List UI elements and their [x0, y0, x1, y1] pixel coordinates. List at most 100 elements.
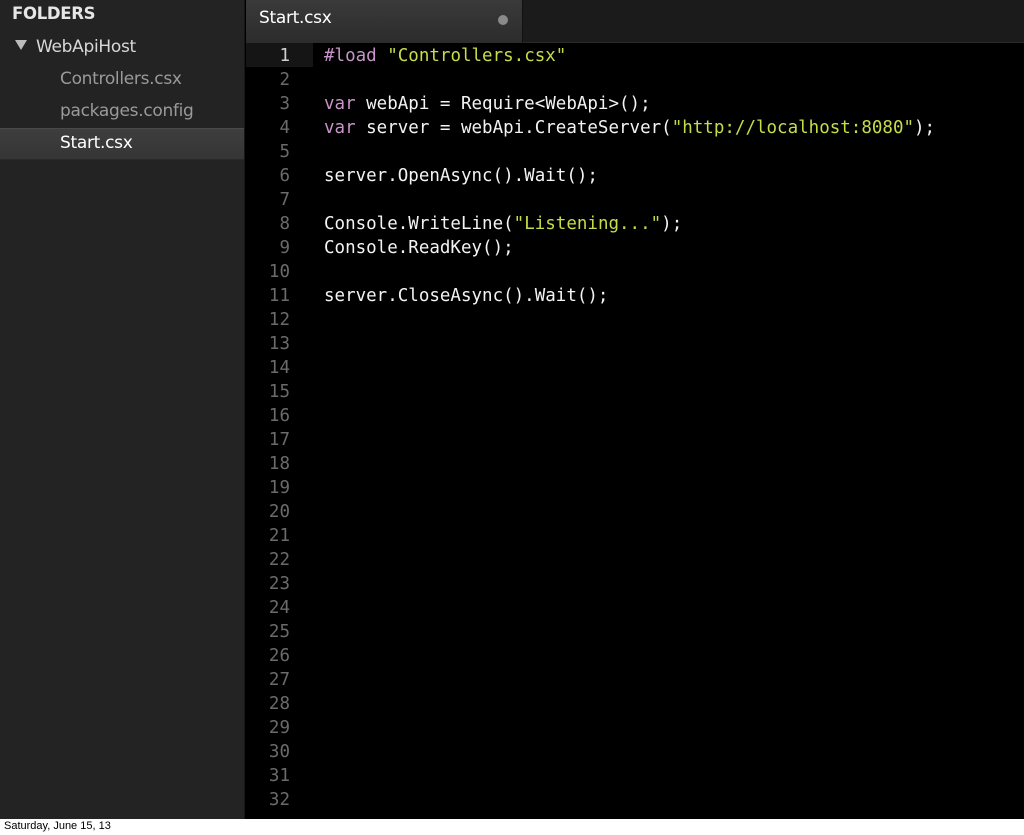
code-text: var webApi = Require<WebApi>(); — [324, 92, 651, 116]
folders-heading: FOLDERS — [12, 4, 96, 23]
line-number: 28 — [268, 694, 290, 714]
line-number: 12 — [268, 310, 290, 330]
line-number: 21 — [268, 526, 290, 546]
code-line[interactable]: 18 — [246, 452, 1024, 476]
line-number: 20 — [268, 502, 290, 522]
code-line[interactable]: 32 — [246, 788, 1024, 812]
code-text: var server = webApi.CreateServer("http:/… — [324, 116, 935, 140]
line-number: 15 — [268, 382, 290, 402]
code-line[interactable]: 15 — [246, 380, 1024, 404]
code-line[interactable]: 7 — [246, 188, 1024, 212]
sidebar: FOLDERS WebApiHost Controllers.csx packa… — [0, 0, 245, 819]
code-text: Console.WriteLine("Listening..."); — [324, 212, 682, 236]
text-token: ); — [661, 214, 683, 234]
text-token: server.OpenAsync().Wait(); — [324, 166, 598, 186]
line-number: 3 — [279, 94, 290, 114]
line-number: 26 — [268, 646, 290, 666]
line-number: 31 — [268, 766, 290, 786]
code-editor[interactable]: 1 #load "Controllers.csx" 2 3 var webApi = R… — [246, 43, 1024, 819]
line-number: 7 — [279, 190, 290, 210]
code-line[interactable]: 16 — [246, 404, 1024, 428]
file-label: Start.csx — [60, 133, 133, 153]
line-number: 10 — [268, 262, 290, 282]
code-line[interactable]: 10 — [246, 260, 1024, 284]
tab-label: Start.csx — [259, 8, 332, 28]
code-line[interactable]: 11 server.CloseAsync().Wait(); — [246, 284, 1024, 308]
tab-start-csx[interactable]: Start.csx — [246, 0, 523, 43]
code-line[interactable]: 26 — [246, 644, 1024, 668]
code-line[interactable]: 29 — [246, 716, 1024, 740]
string-token: "http://localhost:8080" — [671, 118, 915, 138]
keyword-token: #load — [324, 46, 377, 66]
line-number: 32 — [268, 790, 290, 810]
keyword-token: var — [324, 118, 356, 138]
code-text: Console.ReadKey(); — [324, 236, 514, 260]
string-token: "Listening..." — [513, 214, 662, 234]
footer: Saturday, June 15, 13 — [0, 819, 1024, 835]
folder-webapihost[interactable]: WebApiHost — [0, 34, 245, 62]
text-token: ); — [914, 118, 936, 138]
text-token: Console.WriteLine( — [324, 214, 514, 234]
code-line[interactable]: 14 — [246, 356, 1024, 380]
tab-bar: Start.csx — [246, 0, 1024, 43]
line-number: 5 — [279, 142, 290, 162]
code-line[interactable]: 23 — [246, 572, 1024, 596]
line-number: 6 — [279, 166, 290, 186]
code-line[interactable]: 20 — [246, 500, 1024, 524]
code-line[interactable]: 30 — [246, 740, 1024, 764]
line-number: 4 — [279, 118, 290, 138]
code-line[interactable]: 5 — [246, 140, 1024, 164]
line-number: 17 — [268, 430, 290, 450]
line-number: 29 — [268, 718, 290, 738]
code-line[interactable]: 2 — [246, 68, 1024, 92]
line-number: 8 — [279, 214, 290, 234]
code-line[interactable]: 1 #load "Controllers.csx" — [246, 44, 1024, 68]
code-line[interactable]: 27 — [246, 668, 1024, 692]
line-number: 11 — [268, 286, 290, 306]
line-number: 14 — [268, 358, 290, 378]
text-token: server.CloseAsync().Wait(); — [324, 286, 609, 306]
code-line[interactable]: 12 — [246, 308, 1024, 332]
triangle-down-icon[interactable] — [15, 40, 27, 50]
code-line[interactable]: 6 server.OpenAsync().Wait(); — [246, 164, 1024, 188]
string-token: "Controllers.csx" — [387, 46, 567, 66]
line-number: 23 — [268, 574, 290, 594]
code-line[interactable]: 3 var webApi = Require<WebApi>(); — [246, 92, 1024, 116]
code-line[interactable]: 17 — [246, 428, 1024, 452]
line-number: 30 — [268, 742, 290, 762]
code-line[interactable]: 24 — [246, 596, 1024, 620]
line-number: 18 — [268, 454, 290, 474]
code-text: #load "Controllers.csx" — [324, 44, 566, 68]
code-line[interactable]: 21 — [246, 524, 1024, 548]
keyword-token: var — [324, 94, 356, 114]
line-number: 9 — [279, 238, 290, 258]
file-label: packages.config — [60, 101, 194, 121]
code-line[interactable]: 25 — [246, 620, 1024, 644]
code-line[interactable]: 28 — [246, 692, 1024, 716]
dot-icon[interactable] — [498, 15, 508, 25]
file-start-csx[interactable]: Start.csx — [0, 128, 244, 160]
code-text: server.CloseAsync().Wait(); — [324, 284, 608, 308]
text-token: webApi = Require<WebApi>(); — [355, 94, 651, 114]
code-text: server.OpenAsync().Wait(); — [324, 164, 598, 188]
line-number: 19 — [268, 478, 290, 498]
editor-window: FOLDERS WebApiHost Controllers.csx packa… — [0, 0, 1024, 819]
code-line[interactable]: 9 Console.ReadKey(); — [246, 236, 1024, 260]
file-controllers-csx[interactable]: Controllers.csx — [0, 64, 244, 96]
code-line[interactable]: 19 — [246, 476, 1024, 500]
code-line[interactable]: 4 var server = webApi.CreateServer("http:… — [246, 116, 1024, 140]
code-line[interactable]: 31 — [246, 764, 1024, 788]
line-number: 2 — [279, 70, 290, 90]
code-line[interactable]: 22 — [246, 548, 1024, 572]
code-line[interactable]: 13 — [246, 332, 1024, 356]
line-number: 27 — [268, 670, 290, 690]
line-number: 24 — [268, 598, 290, 618]
line-number: 16 — [268, 406, 290, 426]
code-line[interactable]: 8 Console.WriteLine("Listening..."); — [246, 212, 1024, 236]
file-packages-config[interactable]: packages.config — [0, 96, 244, 128]
folder-label: WebApiHost — [36, 37, 136, 57]
line-number: 25 — [268, 622, 290, 642]
text-token: server = webApi.CreateServer( — [355, 118, 672, 138]
footer-date: Saturday, June 15, 13 — [4, 820, 111, 832]
